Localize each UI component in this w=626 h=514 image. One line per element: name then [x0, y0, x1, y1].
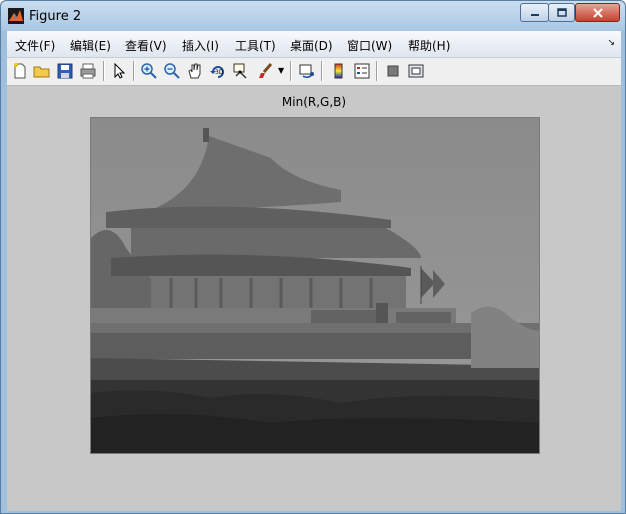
minimize-icon [530, 13, 539, 16]
menu-tools[interactable]: 工具(T) [235, 37, 276, 54]
save-icon[interactable] [56, 62, 74, 80]
hide-plot-tools-icon[interactable] [384, 62, 402, 80]
zoom-in-icon[interactable] [140, 62, 158, 80]
legend-icon[interactable] [353, 62, 371, 80]
menu-edit[interactable]: 编辑(E) [70, 37, 111, 54]
new-figure-icon[interactable] [11, 62, 29, 80]
brush-dropdown-icon[interactable]: ▼ [278, 66, 284, 75]
menu-help[interactable]: 帮助(H) [408, 37, 450, 54]
pan-hand-icon[interactable] [186, 62, 204, 80]
figure-window: Figure 2 文件(F) 编辑(E) 查看(V) 插入(I) 工具(T) 桌… [0, 0, 626, 514]
link-plot-icon[interactable] [298, 62, 316, 80]
rotate-3d-icon[interactable]: 3D [209, 62, 227, 80]
minimize-button[interactable] [520, 3, 549, 22]
svg-text:3D: 3D [215, 69, 224, 76]
toolbar-separator [290, 61, 292, 81]
menu-insert[interactable]: 插入(I) [182, 37, 219, 54]
menu-desktop[interactable]: 桌面(D) [290, 37, 333, 54]
matlab-icon [8, 8, 24, 24]
data-cursor-icon[interactable] [232, 62, 250, 80]
figure-client-area: 文件(F) 编辑(E) 查看(V) 插入(I) 工具(T) 桌面(D) 窗口(W… [7, 31, 621, 511]
menu-dock-arrow-icon[interactable]: ↘ [607, 38, 615, 48]
title-bar[interactable]: Figure 2 [1, 1, 625, 31]
figure-toolbar: 3D ▼ [7, 58, 621, 86]
close-icon [592, 7, 603, 18]
toolbar-separator [376, 61, 378, 81]
menu-window[interactable]: 窗口(W) [347, 37, 392, 54]
toolbar-separator [133, 61, 135, 81]
menu-view[interactable]: 查看(V) [125, 37, 167, 54]
maximize-icon [556, 8, 567, 17]
grayscale-image [91, 118, 539, 453]
toolbar-separator [321, 61, 323, 81]
close-button[interactable] [575, 3, 620, 22]
axes-title: Min(R,G,B) [281, 95, 347, 109]
colorbar-icon[interactable] [330, 62, 348, 80]
open-file-icon[interactable] [33, 62, 51, 80]
pointer-icon[interactable] [110, 62, 128, 80]
image-axes[interactable] [90, 117, 540, 454]
toolbar-separator [103, 61, 105, 81]
maximize-button[interactable] [548, 3, 575, 22]
brush-icon[interactable] [257, 62, 275, 80]
menu-bar: 文件(F) 编辑(E) 查看(V) 插入(I) 工具(T) 桌面(D) 窗口(W… [7, 31, 621, 58]
show-plot-tools-icon[interactable] [407, 62, 425, 80]
menu-file[interactable]: 文件(F) [15, 37, 55, 54]
zoom-out-icon[interactable] [163, 62, 181, 80]
window-title: Figure 2 [29, 9, 82, 24]
print-icon[interactable] [79, 62, 97, 80]
